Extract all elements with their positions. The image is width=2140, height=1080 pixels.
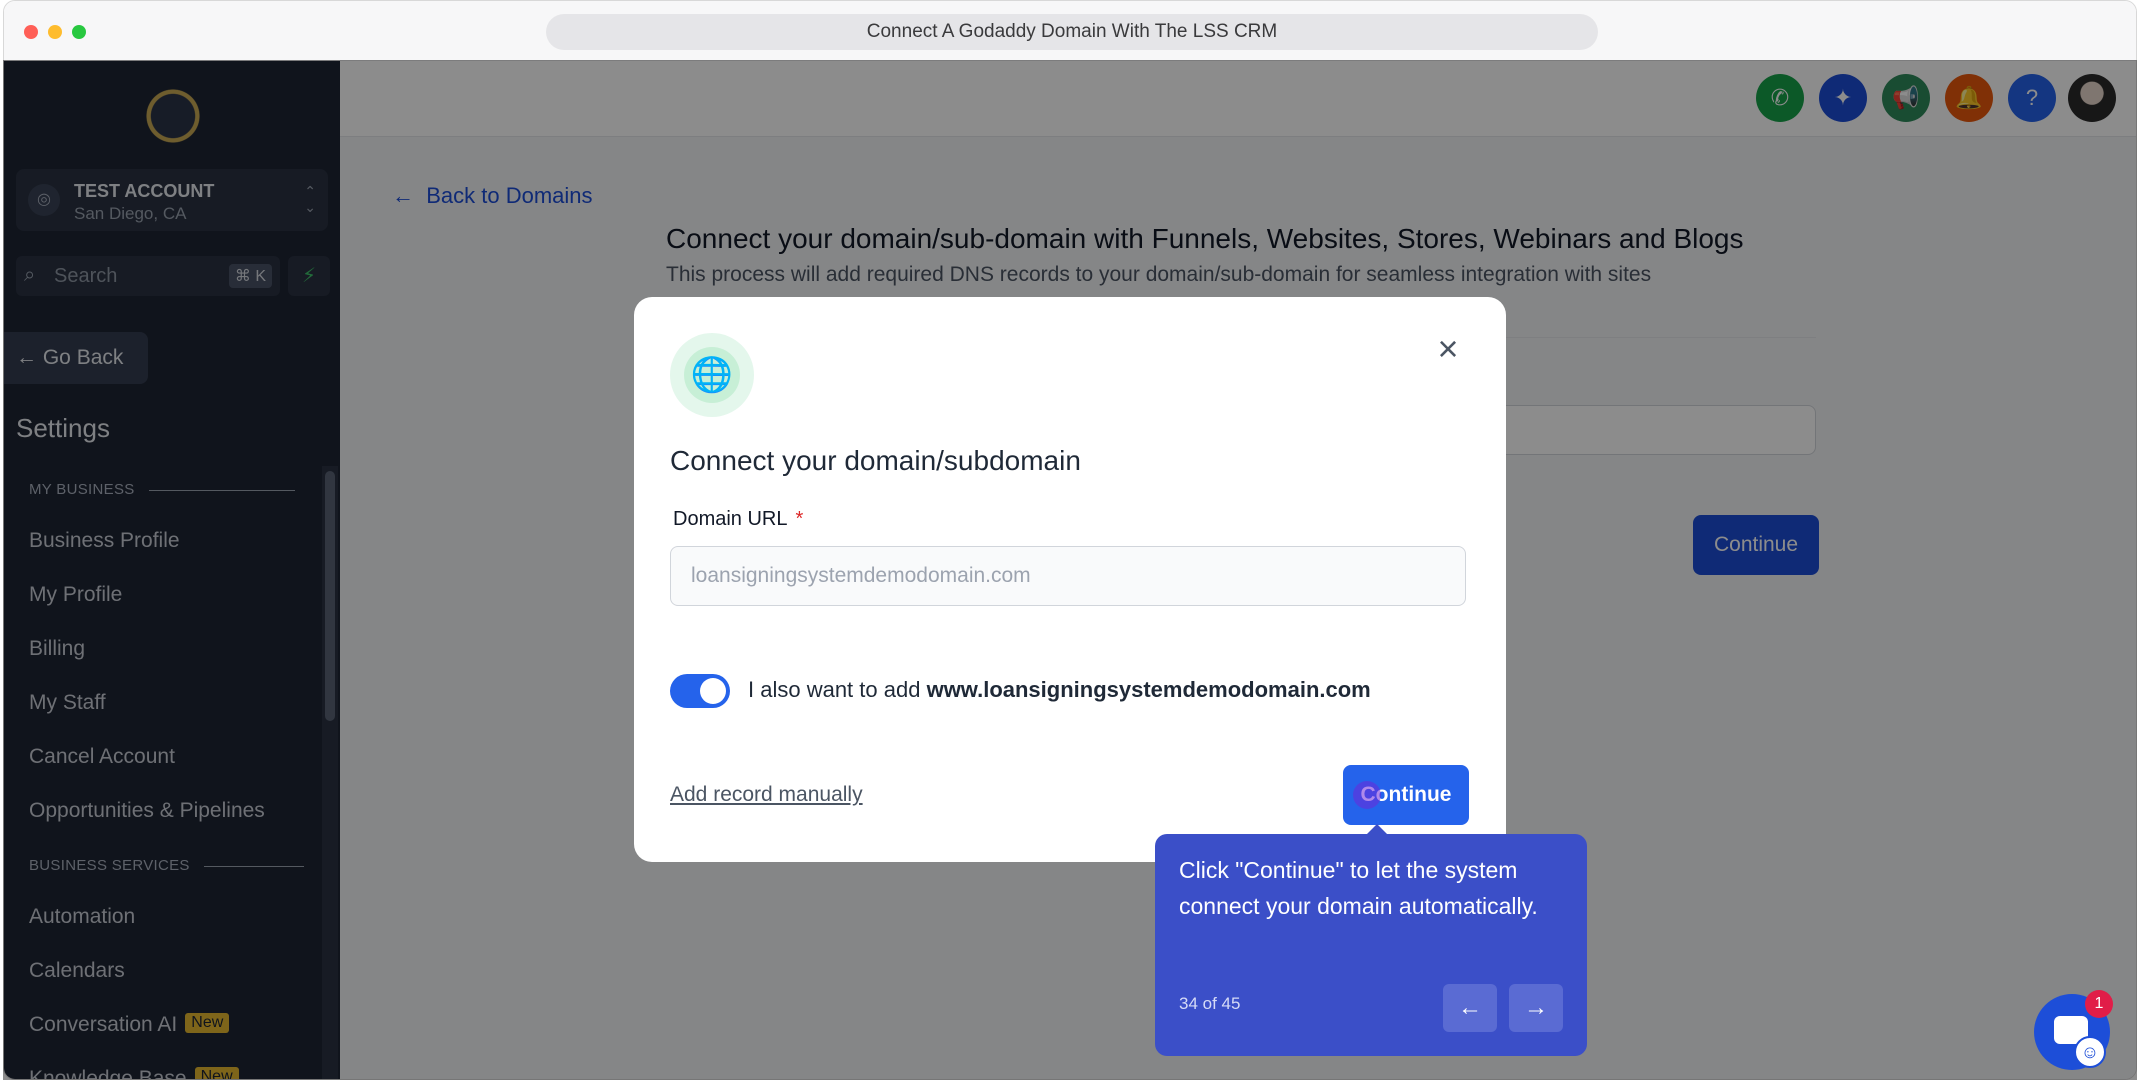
close-window-button[interactable]	[24, 25, 38, 39]
minimize-window-button[interactable]	[48, 25, 62, 39]
close-button[interactable]: ×	[1430, 331, 1466, 367]
maximize-window-button[interactable]	[72, 25, 86, 39]
next-step-button[interactable]: →	[1509, 984, 1563, 1032]
support-face-icon: ☺	[2074, 1036, 2106, 1068]
add-record-manually-link[interactable]: Add record manually	[670, 783, 863, 807]
step-counter: 34 of 45	[1179, 994, 1241, 1013]
toggle-text: I also want to add	[748, 677, 921, 702]
modal-title: Connect your domain/subdomain	[670, 445, 1081, 476]
click-indicator	[1353, 781, 1381, 809]
field-label: Domain URL	[673, 508, 788, 530]
domain-url-input[interactable]: loansigningsystemdemodomain.com	[670, 546, 1466, 606]
close-icon: ×	[1437, 328, 1459, 369]
toggle-knob	[700, 678, 726, 704]
title-bar: Connect A Godaddy Domain With The LSS CR…	[4, 1, 2136, 61]
guide-tooltip: Click "Continue" to let the system conne…	[1155, 834, 1587, 1056]
domain-url-label: Domain URL *	[673, 508, 803, 531]
globe-icon: 🌐	[684, 347, 740, 403]
required-mark: *	[795, 508, 804, 530]
add-www-label: I also want to add www.loansigningsystem…	[748, 677, 1371, 703]
unread-count-badge: 1	[2085, 990, 2113, 1018]
add-www-toggle[interactable]	[670, 674, 730, 708]
arrow-right-icon: →	[1524, 994, 1548, 1021]
chat-widget-button[interactable]: 1 ☺	[2034, 990, 2113, 1070]
toggle-domain: www.loansigningsystemdemodomain.com	[926, 677, 1371, 702]
arrow-left-icon: ←	[1458, 994, 1482, 1021]
previous-step-button[interactable]: ←	[1443, 984, 1497, 1032]
connect-domain-modal: 🌐 × Connect your domain/subdomain Domain…	[634, 297, 1506, 862]
globe-badge: 🌐	[670, 333, 754, 417]
address-bar[interactable]: Connect A Godaddy Domain With The LSS CR…	[546, 14, 1598, 50]
tooltip-text: Click "Continue" to let the system conne…	[1179, 857, 1538, 919]
